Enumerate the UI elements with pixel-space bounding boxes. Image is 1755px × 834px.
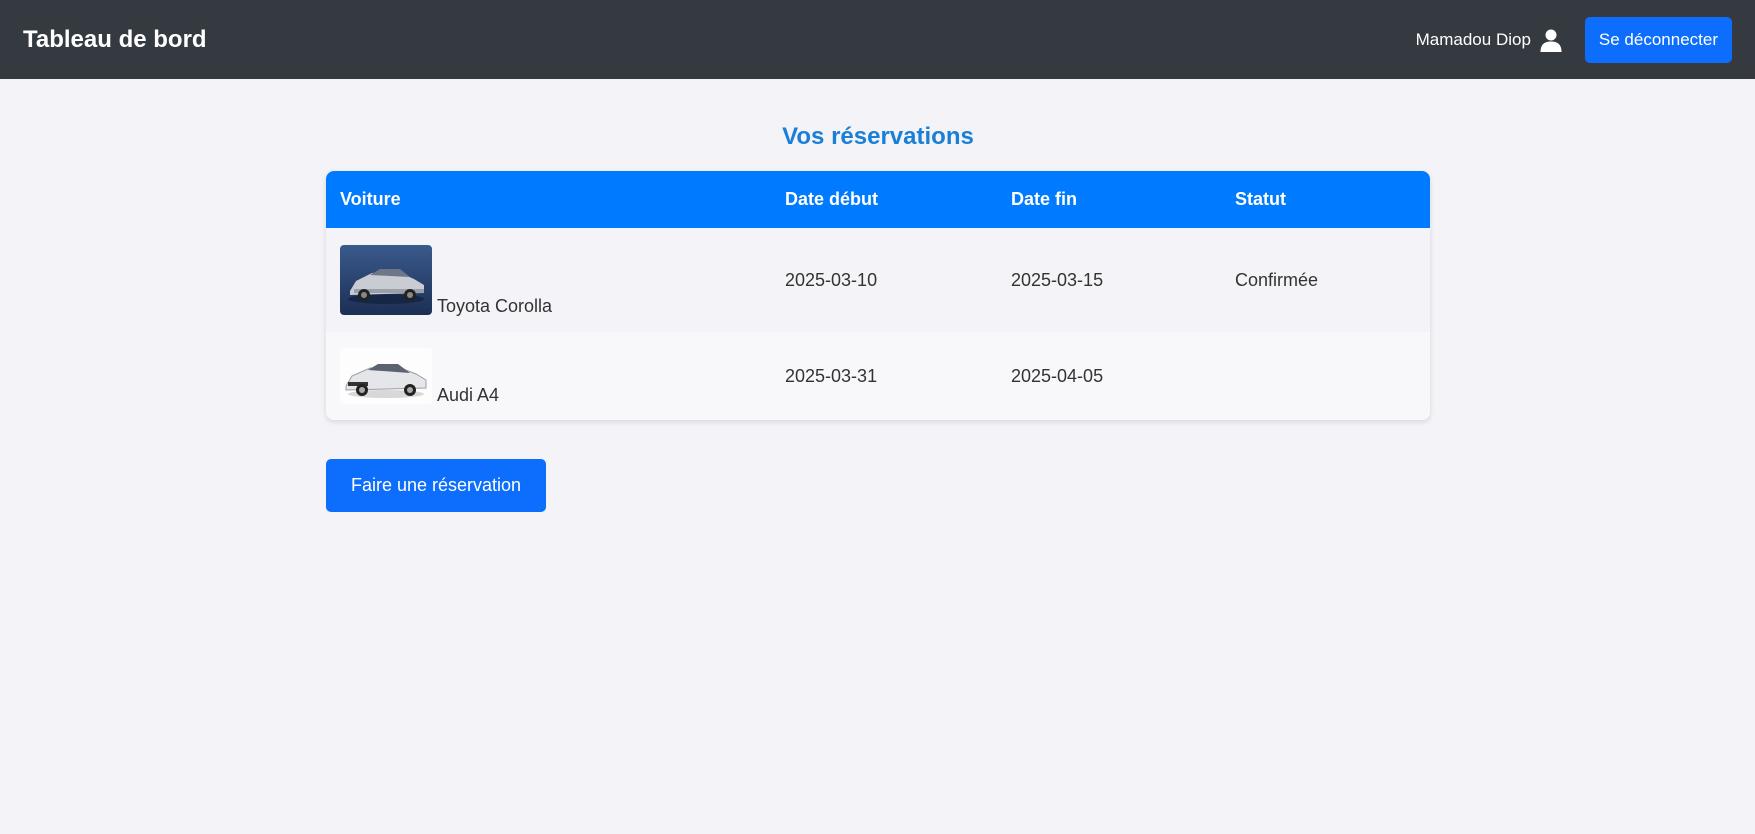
- car-image-audi: [340, 348, 432, 404]
- car-name: Toyota Corolla: [437, 296, 553, 316]
- table-header-row: Voiture Date début Date fin Statut: [326, 171, 1430, 228]
- main-content: Vos réservations Voiture Date début Date…: [326, 79, 1430, 512]
- status-cell: [1221, 332, 1430, 420]
- make-reservation-button[interactable]: Faire une réservation: [326, 459, 546, 512]
- column-header-car: Voiture: [340, 189, 401, 209]
- column-header-start-date: Date début: [785, 189, 879, 209]
- end-date-cell: 2025-04-05: [1011, 365, 1104, 386]
- start-date-cell: 2025-03-10: [785, 269, 878, 290]
- table-row: Audi A4 2025-03-31 2025-04-05: [326, 332, 1430, 420]
- end-date-cell: 2025-03-15: [1011, 269, 1104, 290]
- car-cell: Toyota Corolla: [326, 228, 771, 332]
- user-name: Mamadou Diop: [1415, 29, 1531, 49]
- car-cell: Audi A4: [326, 332, 771, 420]
- column-header-status: Statut: [1235, 189, 1286, 209]
- column-header-end-date: Date fin: [1011, 189, 1078, 209]
- reservations-table: Voiture Date début Date fin Statut Toyot…: [326, 171, 1430, 420]
- table-row: Toyota Corolla 2025-03-10 2025-03-15 Con…: [326, 228, 1430, 332]
- logout-button[interactable]: Se déconnecter: [1584, 16, 1732, 63]
- user-icon[interactable]: [1539, 28, 1563, 52]
- top-navbar: Tableau de bord Mamadou Diop Se déconnec…: [0, 0, 1755, 79]
- status-cell: Confirmée: [1235, 269, 1319, 290]
- car-name: Audi A4: [437, 385, 500, 405]
- navbar-user-area: Mamadou Diop Se déconnecter: [1415, 16, 1732, 63]
- page-title: Vos réservations: [782, 123, 974, 150]
- car-image-toyota: [340, 245, 432, 315]
- start-date-cell: 2025-03-31: [785, 365, 878, 386]
- brand-title: Tableau de bord: [23, 25, 207, 53]
